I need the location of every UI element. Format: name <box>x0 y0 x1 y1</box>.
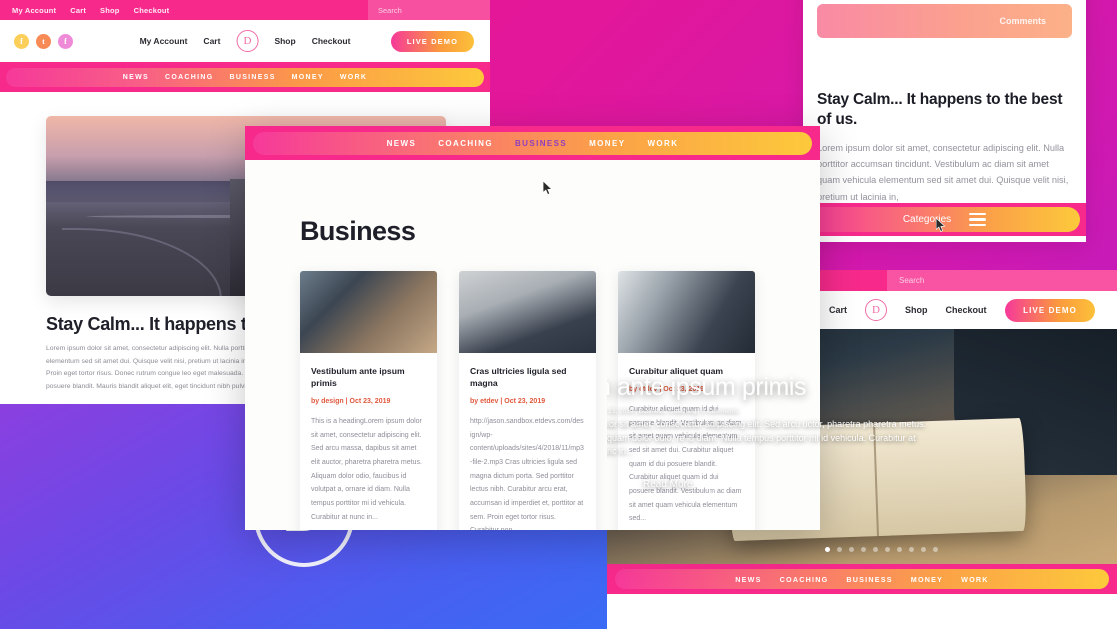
cat-link-news[interactable]: NEWS <box>123 74 149 81</box>
post-card-meta[interactable]: by etdev | Oct 23, 2019 <box>470 398 585 405</box>
utility-link-shop[interactable]: Shop <box>100 6 120 15</box>
rb-hero-title: n ante ipsum primis <box>607 373 807 401</box>
rb-nav-link-shop[interactable]: Shop <box>905 305 928 315</box>
post-card[interactable]: Cras ultricies ligula sed magna by etdev… <box>459 271 596 530</box>
rb-category-nav: NEWS COACHING BUSINESS MONEY WORK <box>607 564 1117 594</box>
left-utility-links[interactable]: My Account Cart Shop Checkout <box>0 6 169 15</box>
rb-cat-link-news[interactable]: NEWS <box>735 575 761 584</box>
page-title: Business <box>300 216 416 246</box>
nav-link-my-account[interactable]: My Account <box>140 36 188 46</box>
facebook-icon-2[interactable]: f <box>58 33 73 49</box>
nav-link-checkout[interactable]: Checkout <box>312 36 351 46</box>
post-card-body: Vestibulum ante ipsum primis by design |… <box>300 353 437 530</box>
rb-live-demo-button[interactable]: LIVE DEMO <box>1005 298 1095 322</box>
business-meeting-handshake-desk <box>300 271 437 353</box>
nav-link-shop[interactable]: Shop <box>274 36 295 46</box>
slider-pagination-dots[interactable] <box>825 547 938 552</box>
comments-tab-label: Comments <box>999 16 1046 26</box>
post-card-excerpt: http://jason.sandbox.etdevs.com/design/w… <box>470 418 584 530</box>
cat-link-business[interactable]: BUSINESS <box>229 74 275 81</box>
utility-link-cart[interactable]: Cart <box>70 6 86 15</box>
facebook-icon[interactable]: f <box>14 33 29 49</box>
two-businessmen-walking-street <box>459 271 596 353</box>
rb-nav-link-cart[interactable]: Cart <box>829 305 847 315</box>
twitter-icon[interactable]: t <box>36 33 51 49</box>
left-category-nav: NEWS COACHING BUSINESS MONEY WORK <box>0 62 490 92</box>
center-cat-link-work[interactable]: WORK <box>647 139 678 148</box>
post-card-body: Cras ultricies ligula sed magna by etdev… <box>459 353 596 530</box>
post-card[interactable]: Vestibulum ante ipsum primis by design |… <box>300 271 437 530</box>
divi-logo-icon[interactable]: D <box>236 30 259 52</box>
center-cat-link-news[interactable]: NEWS <box>387 139 417 148</box>
cat-link-money[interactable]: MONEY <box>292 74 324 81</box>
business-handshake-office-window <box>618 271 755 353</box>
rb-hero-meta: ber 23, 2019 | Business, Coaching | 0 Co… <box>607 408 739 415</box>
left-search-input[interactable]: Search <box>368 0 490 20</box>
read-more-button[interactable]: Read More <box>625 470 711 498</box>
post-card-meta[interactable]: by design | Oct 23, 2019 <box>311 398 426 405</box>
hamburger-menu-icon[interactable] <box>969 212 987 227</box>
live-demo-button[interactable]: LIVE DEMO <box>390 30 474 52</box>
rb-search-input[interactable]: Search <box>887 270 1117 291</box>
center-cat-link-money[interactable]: MONEY <box>589 139 625 148</box>
nav-link-cart[interactable]: Cart <box>203 36 220 46</box>
post-card-excerpt: This is a headingLorem ipsum dolor sit a… <box>311 418 422 521</box>
left-utility-bar: My Account Cart Shop Checkout Search <box>0 0 490 20</box>
cat-link-work[interactable]: WORK <box>340 74 367 81</box>
cat-link-coaching[interactable]: COACHING <box>165 74 214 81</box>
rb-cat-link-money[interactable]: MONEY <box>911 575 943 584</box>
screenshot-stage: My Account Cart Shop Checkout Search f t… <box>0 0 1117 629</box>
rb-hero-content: n ante ipsum primis ber 23, 2019 | Busin… <box>607 373 1064 498</box>
article-heading: Stay Calm... It happens to the best of u… <box>817 91 1063 128</box>
utility-link-checkout[interactable]: Checkout <box>134 6 170 15</box>
post-card-title[interactable]: Cras ultricies ligula sed magna <box>470 365 585 389</box>
rb-nav-link-checkout[interactable]: Checkout <box>946 305 987 315</box>
rb-cat-link-work[interactable]: WORK <box>961 575 989 584</box>
social-icons-group: f t f <box>14 33 73 49</box>
comments-tab[interactable]: Comments <box>817 4 1072 38</box>
center-cat-link-coaching[interactable]: COACHING <box>438 139 493 148</box>
search-placeholder: Search <box>378 5 402 15</box>
divi-logo-icon-2[interactable]: D <box>865 299 888 321</box>
left-main-header: f t f My Account Cart D Shop Checkout LI… <box>0 20 490 62</box>
center-cat-link-business[interactable]: BUSINESS <box>515 139 567 148</box>
rb-cat-link-business[interactable]: BUSINESS <box>846 575 892 584</box>
rb-category-pill: NEWS COACHING BUSINESS MONEY WORK <box>615 569 1109 589</box>
center-category-nav: NEWS COACHING BUSINESS MONEY WORK <box>245 126 820 160</box>
left-center-nav: My Account Cart D Shop Checkout <box>140 30 351 52</box>
rb-cat-link-coaching[interactable]: COACHING <box>780 575 829 584</box>
center-category-pill: NEWS COACHING BUSINESS MONEY WORK <box>253 131 812 155</box>
article-body: Lorem ipsum dolor sit amet, consectetur … <box>817 142 1069 202</box>
rb-search-placeholder: Search <box>899 276 925 285</box>
rb-hero-excerpt: dolor sit amet, consectetur adipiscing e… <box>607 419 927 456</box>
post-card-title[interactable]: Vestibulum ante ipsum primis <box>311 365 426 389</box>
left-category-pill: NEWS COACHING BUSINESS MONEY WORK <box>6 67 484 87</box>
utility-link-my-account[interactable]: My Account <box>12 6 56 15</box>
mouse-cursor-secondary <box>936 218 946 232</box>
